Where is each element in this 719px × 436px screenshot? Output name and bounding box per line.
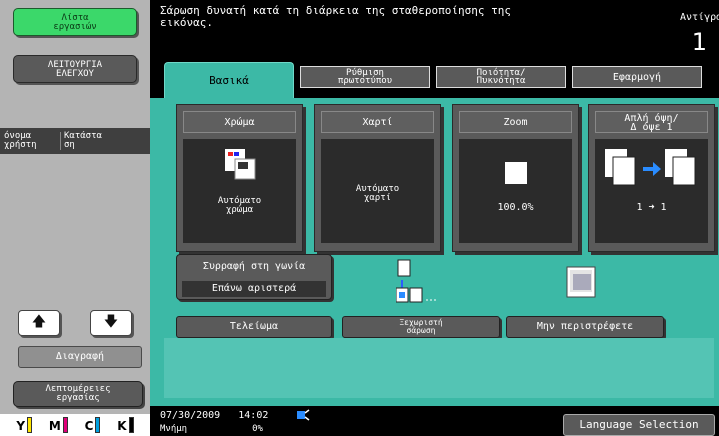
staple-diagram-icon: [396, 259, 438, 303]
toner-k: K: [117, 417, 134, 433]
paper-value: Αυτόματο χαρτί: [355, 184, 400, 203]
tab-bar: Βασικά Ρύθμιση πρωτοτύπου Ποιότητα/ Πυκν…: [150, 58, 719, 98]
duplex-value: 1 ➜ 1: [636, 202, 667, 213]
check-job-button[interactable]: ΛΕΙΤΟΥΡΓΙΑ ΕΛΕΓΧΟΥ: [13, 55, 137, 83]
color-card[interactable]: Χρώμα Αυτόματο χρώμα: [176, 104, 303, 252]
zoom-body: 100.0%: [459, 139, 572, 243]
toner-level-bar: [95, 417, 101, 433]
paper-title: Χαρτί: [321, 111, 434, 133]
toner-letter: Y: [16, 419, 26, 433]
status-message: Σάρωση δυνατή κατά τη διάρκεια της σταθε…: [160, 4, 511, 29]
zoom-square-icon: [505, 162, 527, 184]
job-list-button[interactable]: Λίστα εργασιών: [13, 8, 137, 36]
tab-original-settings[interactable]: Ρύθμιση πρωτοτύπου: [300, 66, 430, 88]
left-sidebar: Λίστα εργασιών ΛΕΙΤΟΥΡΓΙΑ ΕΛΕΓΧΟΥ όνομα …: [0, 0, 150, 436]
job-list-header: όνομα χρήστη Κατάστα ση: [0, 128, 150, 154]
header: Σάρωση δυνατή κατά τη διάρκεια της σταθε…: [150, 0, 719, 58]
color-document-icon: [225, 149, 256, 180]
separate-scan-button[interactable]: Ξεχωριστή σάρωση: [342, 316, 500, 338]
job-details-button[interactable]: Λεπτομέρειες εργασίας: [13, 381, 143, 407]
panel-footer-band: [164, 338, 714, 398]
paper-tray-icon: [566, 266, 596, 298]
copies-label: Αντίγραφα:: [680, 12, 719, 23]
toner-level-bar: [128, 417, 134, 433]
tab-basic[interactable]: Βασικά: [164, 62, 294, 98]
duplex-pages-icon: [605, 149, 696, 186]
basic-panel: Χρώμα Αυτόματο χρώμα Χαρτί Αυτόματο χαρτ…: [150, 98, 719, 406]
toner-letter: K: [117, 419, 127, 433]
scroll-up-button[interactable]: 🡅: [18, 310, 60, 336]
duplex-card[interactable]: Απλή όψη/ Δ όψε 1 1 ➜ 1: [588, 104, 715, 252]
copier-screen: Λίστα εργασιών ΛΕΙΤΟΥΡΓΙΑ ΕΛΕΓΧΟΥ όνομα …: [0, 0, 719, 436]
toner-level-bar: [27, 417, 33, 433]
down-arrow-icon: 🡇: [103, 314, 119, 330]
tab-quality-density[interactable]: Ποιότητα/ Πυκνότητα: [436, 66, 566, 88]
zoom-card[interactable]: Zoom 100.0%: [452, 104, 579, 252]
up-arrow-icon: 🡅: [31, 314, 47, 330]
col-user-name: όνομα χρήστη: [4, 131, 37, 150]
no-rotate-button[interactable]: Μην περιστρέφετε: [506, 316, 664, 338]
corner-staple-position: Επάνω αριστερά: [182, 281, 326, 297]
toner-m: M: [49, 417, 68, 433]
zoom-value: 100.0%: [497, 202, 534, 213]
duplex-title: Απλή όψη/ Δ όψε 1: [595, 111, 708, 133]
toner-letter: M: [48, 419, 61, 433]
color-body: Αυτόματο χρώμα: [183, 139, 296, 243]
color-value: Αυτόματο χρώμα: [217, 196, 262, 215]
footer: 07/30/2009 14:02 Μνήμη 0% Language Selec…: [150, 406, 719, 436]
corner-staple-label: Συρραφή στη γωνία: [202, 261, 306, 272]
toner-c: C: [85, 417, 101, 433]
zoom-title: Zoom: [459, 111, 572, 133]
delete-button[interactable]: Διαγραφή: [18, 346, 142, 368]
toner-letter: C: [84, 419, 94, 433]
toner-levels: YMCK: [0, 414, 150, 436]
language-selection-button[interactable]: Language Selection: [563, 414, 715, 436]
paper-card[interactable]: Χαρτί Αυτόματο χαρτί: [314, 104, 441, 252]
corner-staple-button[interactable]: Συρραφή στη γωνία Επάνω αριστερά: [176, 254, 332, 300]
paper-body: Αυτόματο χαρτί: [321, 139, 434, 243]
memory-usage: Μνήμη 0%: [160, 424, 263, 434]
toner-y: Y: [16, 417, 33, 433]
toner-level-bar: [62, 417, 68, 433]
color-title: Χρώμα: [183, 111, 296, 133]
finishing-button[interactable]: Τελείωμα: [176, 316, 332, 338]
duplex-body: 1 ➜ 1: [595, 139, 708, 243]
date-time: 07/30/2009 14:02: [160, 410, 269, 421]
copies-count: 1: [691, 28, 707, 56]
network-status-icon: [297, 409, 310, 421]
tab-application[interactable]: Εφαρμογή: [572, 66, 702, 88]
scroll-down-button[interactable]: 🡇: [90, 310, 132, 336]
col-status: Κατάστα ση: [60, 132, 102, 150]
